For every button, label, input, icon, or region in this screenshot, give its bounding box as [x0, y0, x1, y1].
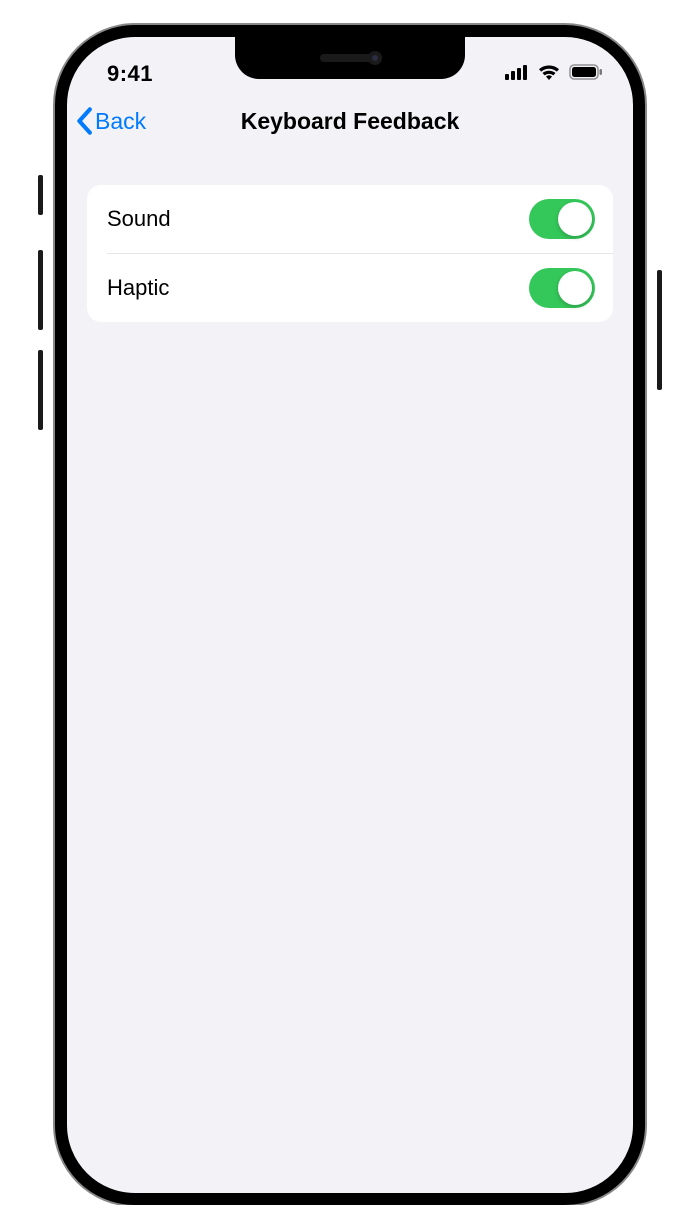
mute-switch[interactable] — [38, 175, 43, 215]
wifi-icon — [537, 63, 561, 86]
battery-icon — [569, 64, 603, 85]
navigation-bar: Back Keyboard Feedback — [67, 93, 633, 149]
cellular-icon — [505, 64, 529, 85]
haptic-toggle[interactable] — [529, 268, 595, 308]
setting-row-haptic: Haptic — [107, 253, 613, 322]
volume-up-button[interactable] — [38, 250, 43, 330]
notch — [235, 37, 465, 79]
setting-row-sound: Sound — [87, 185, 613, 253]
side-button[interactable] — [657, 270, 662, 390]
volume-down-button[interactable] — [38, 350, 43, 430]
sound-toggle[interactable] — [529, 199, 595, 239]
page-title: Keyboard Feedback — [241, 108, 460, 135]
setting-label: Sound — [107, 206, 171, 232]
settings-group: Sound Haptic — [87, 185, 613, 322]
toggle-knob — [558, 202, 592, 236]
chevron-left-icon — [75, 107, 93, 135]
back-label: Back — [95, 108, 146, 135]
phone-frame: 9:41 — [55, 25, 645, 1205]
status-time: 9:41 — [107, 61, 153, 87]
setting-label: Haptic — [107, 275, 169, 301]
status-icons — [505, 63, 603, 86]
toggle-knob — [558, 271, 592, 305]
back-button[interactable]: Back — [75, 107, 146, 135]
